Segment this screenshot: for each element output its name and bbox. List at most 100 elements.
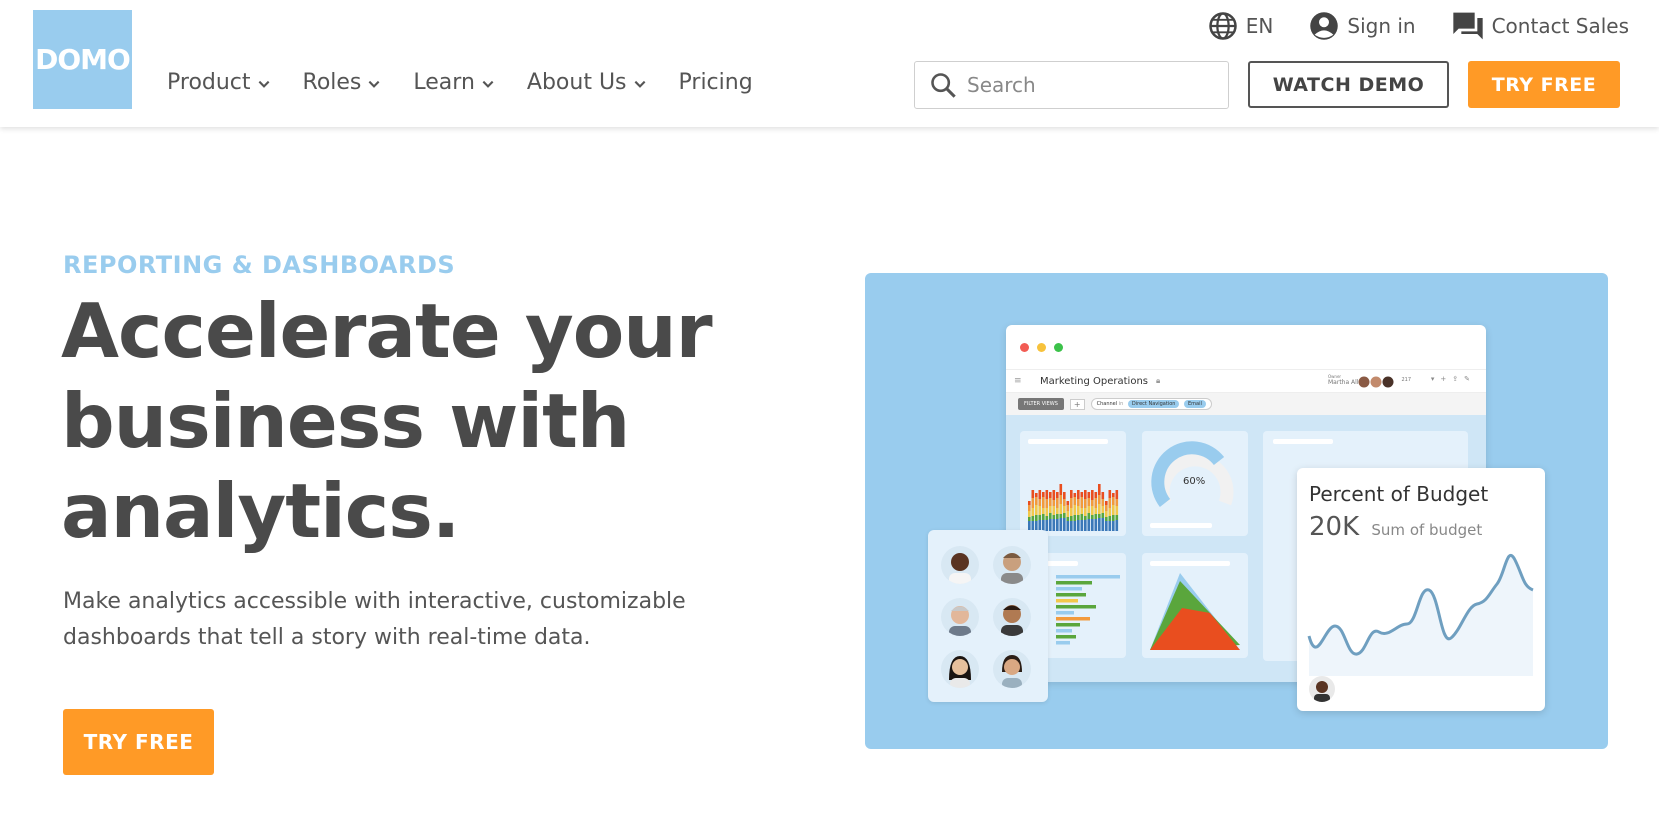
chip-operator: in: [1118, 401, 1124, 407]
stacked-bar-segment: [1070, 516, 1073, 521]
stacked-bar-segment: [1066, 517, 1070, 521]
stacked-bar-segment: [1031, 490, 1035, 498]
sign-in-link[interactable]: Sign in: [1309, 11, 1416, 41]
area-chart: [1150, 573, 1240, 650]
stacked-bar-segment: [1056, 519, 1059, 531]
watch-demo-button[interactable]: WATCH DEMO: [1248, 61, 1449, 108]
stacked-bar-segment: [1028, 501, 1031, 505]
stacked-bar-segment: [1077, 490, 1080, 499]
stacked-bar-segment: [1049, 513, 1052, 519]
language-selector[interactable]: EN: [1208, 11, 1274, 41]
nav-item-label: Learn: [413, 69, 475, 95]
stacked-bar-segment: [1112, 497, 1115, 505]
stacked-bar-segment: [1115, 499, 1119, 506]
stacked-bar-segment: [1059, 514, 1063, 518]
filter-views-button: FILTER VIEWS: [1018, 398, 1064, 410]
horizontal-bar: [1056, 587, 1082, 591]
stacked-bar-segment: [1045, 516, 1049, 520]
nav-item-about-us[interactable]: About Us: [527, 70, 647, 95]
chat-icon: [1452, 12, 1483, 40]
utility-nav: EN Sign in Contact Sales: [1172, 10, 1629, 42]
stacked-bar-segment: [1059, 495, 1063, 504]
nav-item-label: Roles: [302, 69, 362, 95]
stacked-bar-segment: [1042, 514, 1045, 520]
stacked-bar-segment: [1098, 484, 1101, 495]
horizontal-bar: [1056, 629, 1072, 633]
stacked-bar-segment: [1070, 498, 1073, 508]
chip-value-direct: Direct Navigation: [1127, 400, 1180, 408]
stacked-bar-segment: [1080, 508, 1084, 514]
stacked-bar-segment: [1073, 505, 1077, 515]
area-chart-card: [1142, 553, 1248, 658]
nav-item-learn[interactable]: Learn: [413, 70, 495, 95]
stacked-bar-segment: [1063, 518, 1066, 531]
stacked-bar-segment: [1031, 516, 1035, 521]
stacked-bar-segment: [1042, 497, 1045, 508]
horizontal-bar: [1056, 611, 1074, 615]
nav-item-roles[interactable]: Roles: [303, 70, 382, 95]
stacked-bar-segment: [1094, 519, 1098, 531]
stacked-bar-segment: [1035, 497, 1038, 505]
stacked-bar-segment: [1073, 521, 1077, 531]
search-box[interactable]: [914, 61, 1229, 109]
stacked-bar-segment: [1091, 519, 1094, 531]
stacked-bar-segment: [1049, 506, 1052, 513]
chevron-down-icon: [368, 80, 380, 88]
stacked-bar-segment: [1108, 508, 1112, 516]
stacked-bar-segment: [1049, 498, 1052, 506]
horizontal-bar: [1056, 605, 1096, 609]
stacked-bar-segment: [1073, 515, 1077, 521]
try-free-header-button[interactable]: TRY FREE: [1468, 61, 1620, 108]
stacked-bar-segment: [1094, 498, 1098, 508]
follower-count: 217: [1401, 377, 1411, 383]
horizontal-bar: [1056, 599, 1078, 603]
dashboard-title: Marketing Operations: [1040, 375, 1148, 387]
stacked-bar-segment: [1101, 513, 1105, 518]
stacked-bar-segment: [1084, 520, 1087, 531]
stacked-bar-segment: [1052, 515, 1056, 519]
gauge-card: 60%: [1142, 431, 1248, 536]
hero-subtext: Make analytics accessible with interacti…: [63, 589, 686, 650]
stacked-bar-segment: [1108, 521, 1112, 531]
horizontal-bar: [1056, 575, 1120, 579]
stacked-bar-segment: [1094, 508, 1098, 514]
nav-item-product[interactable]: Product: [167, 70, 271, 95]
stacked-bar-segment: [1063, 492, 1066, 499]
search-input[interactable]: [967, 73, 1217, 97]
stacked-bar-segment: [1049, 519, 1052, 531]
chevron-down-icon: [482, 80, 494, 88]
language-label: EN: [1245, 14, 1274, 38]
stacked-bar-segment: [1045, 508, 1049, 516]
stacked-bar-segment: [1098, 504, 1101, 514]
nav-item-pricing[interactable]: Pricing: [679, 70, 753, 95]
filter-bar: FILTER VIEWS + Channel in Direct Navigat…: [1006, 393, 1486, 415]
domo-logo[interactable]: DOMO: [33, 10, 132, 109]
try-free-hero-button[interactable]: TRY FREE: [63, 709, 214, 775]
stacked-bar-segment: [1115, 520, 1119, 531]
nav-item-label: Pricing: [678, 69, 753, 95]
stacked-bar-segment: [1112, 493, 1115, 497]
budget-line-chart: [1307, 554, 1534, 676]
stacked-bar-segment: [1112, 521, 1115, 531]
horizontal-bar: [1056, 635, 1076, 639]
stacked-bar-segment: [1098, 495, 1101, 504]
budget-title: Percent of Budget: [1309, 482, 1489, 506]
stacked-bar-segment: [1105, 505, 1108, 511]
stacked-bar-segment: [1108, 490, 1112, 498]
stacked-bar-segment: [1028, 517, 1031, 521]
stacked-bar-segment: [1038, 515, 1042, 520]
stacked-bar-segment: [1038, 490, 1042, 499]
stacked-bar-segment: [1115, 490, 1119, 499]
stacked-bar-segment: [1087, 498, 1091, 506]
stacked-bar-segment: [1038, 499, 1042, 506]
stacked-bar-segment: [1091, 515, 1094, 519]
stacked-bar-segment: [1101, 499, 1105, 506]
stacked-bar-chart: [1028, 484, 1119, 531]
window-controls: [1020, 343, 1071, 352]
horizontal-bar: [1056, 617, 1090, 621]
hero-eyebrow: REPORTING & DASHBOARDS: [63, 251, 456, 279]
nav-item-label: About Us: [526, 69, 627, 95]
contact-sales-link[interactable]: Contact Sales: [1452, 11, 1629, 41]
stacked-bar-segment: [1052, 519, 1056, 531]
stacked-bar-segment: [1035, 493, 1038, 497]
